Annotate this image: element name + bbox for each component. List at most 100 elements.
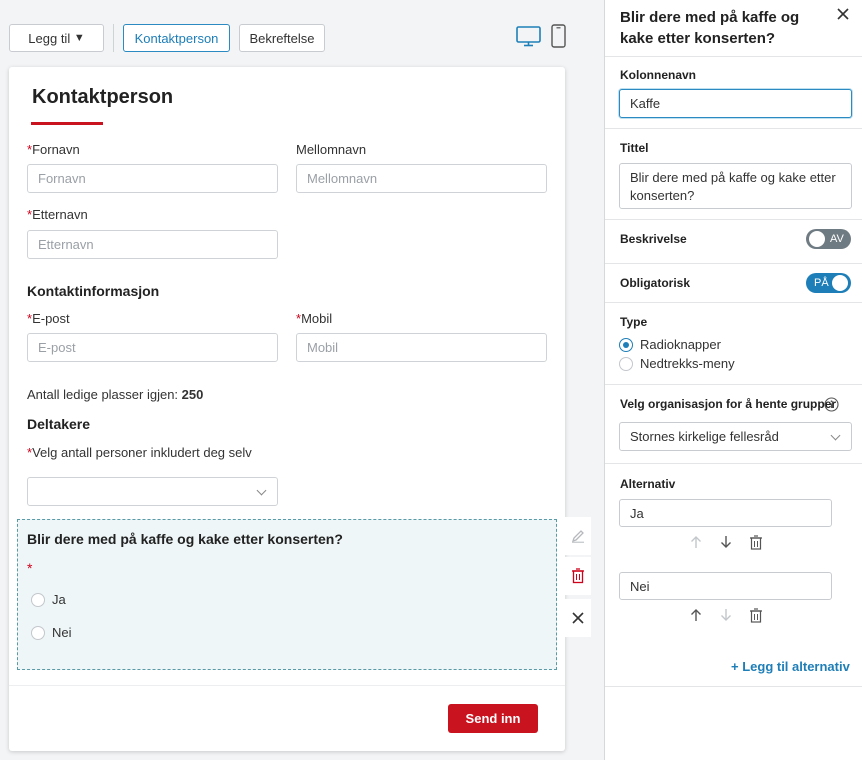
panel-divider: [605, 302, 862, 303]
delete-tool[interactable]: [565, 557, 591, 595]
tab-contactperson-label: Kontaktperson: [134, 30, 219, 46]
seats-label: Antall ledige plasser igjen:: [27, 387, 179, 402]
move-down-icon[interactable]: [718, 607, 734, 623]
firstname-placeholder: Fornavn: [38, 171, 86, 186]
close-icon: [572, 612, 584, 624]
required-toggle-text: PÅ: [814, 277, 829, 289]
description-label: Beskrivelse: [620, 232, 687, 246]
trash-icon[interactable]: [748, 534, 764, 550]
caret-down-icon: ▼: [73, 32, 85, 44]
email-placeholder: E-post: [38, 340, 76, 355]
mobile-label: *Mobil: [296, 311, 332, 326]
question-text: Blir dere med på kaffe og kake etter kon…: [27, 531, 343, 547]
firstname-input[interactable]: Fornavn: [27, 164, 278, 193]
trash-icon[interactable]: [748, 607, 764, 623]
panel-divider: [605, 219, 862, 220]
option-radio-ja[interactable]: [31, 593, 45, 607]
panel-divider: [605, 56, 862, 57]
participants-label-text: Velg antall personer inkludert deg selv: [32, 445, 252, 460]
description-toggle-text: AV: [830, 233, 844, 245]
alternative-value-2: Nei: [630, 578, 650, 594]
question-block-selected[interactable]: Blir dere med på kaffe og kake etter kon…: [17, 519, 557, 670]
add-alternative-link[interactable]: + Legg til alternativ: [731, 659, 850, 674]
column-name-value: Kaffe: [630, 96, 661, 111]
form-title: Kontaktperson: [32, 86, 174, 108]
mobile-input[interactable]: Mobil: [296, 333, 547, 362]
seats-value: 250: [181, 387, 204, 402]
title-textarea[interactable]: Blir dere med på kaffe og kake etter kon…: [619, 163, 852, 209]
mobile-placeholder: Mobil: [307, 340, 339, 355]
close-icon: [837, 8, 849, 20]
description-toggle[interactable]: AV: [806, 229, 851, 249]
chevron-down-icon: [256, 485, 267, 496]
add-button[interactable]: Legg til ▼: [9, 24, 104, 52]
required-toggle[interactable]: PÅ: [806, 273, 851, 293]
email-label: *E-post: [27, 311, 70, 326]
firstname-label: *Fornavn: [27, 142, 80, 157]
contact-section-heading: Kontaktinformasjon: [27, 283, 160, 299]
pencil-icon: [571, 530, 584, 543]
seats-remaining: Antall ledige plasser igjen: 250: [27, 387, 203, 402]
panel-divider: [605, 686, 862, 687]
panel-divider: [605, 463, 862, 464]
alternatives-label: Alternativ: [620, 477, 676, 491]
lastname-input[interactable]: Etternavn: [27, 230, 278, 259]
lastname-label-text: Etternavn: [32, 207, 88, 222]
toggle-knob: [809, 231, 825, 247]
panel-divider: [605, 128, 862, 129]
participants-label: *Velg antall personer inkludert deg selv: [27, 445, 252, 460]
type-option-dropdown: Nedtrekks-meny: [640, 356, 735, 371]
footer-divider: [9, 685, 565, 686]
tab-confirmation-label: Bekreftelse: [249, 30, 315, 46]
close-tool[interactable]: [565, 599, 591, 637]
email-label-text: E-post: [32, 311, 70, 326]
toggle-knob: [832, 275, 848, 291]
properties-panel: Blir dere med på kaffe og kake etter kon…: [604, 0, 862, 760]
lastname-placeholder: Etternavn: [38, 237, 94, 252]
type-radio-radiobuttons[interactable]: [619, 338, 633, 352]
middlename-label: Mellomnavn: [296, 142, 367, 157]
add-button-label: Legg til: [28, 30, 71, 46]
desktop-icon[interactable]: [516, 25, 541, 50]
type-radio-dropdown[interactable]: [619, 357, 633, 371]
trash-icon: [572, 568, 584, 584]
organisation-value: Stornes kirkelige fellesråd: [630, 429, 779, 444]
mobile-icon[interactable]: [551, 24, 566, 51]
organisation-label: Velg organisasjon for å hente grupper: [620, 397, 836, 411]
panel-close-button[interactable]: [835, 6, 851, 25]
organisation-label-text: Velg organisasjon for å hente grupper: [620, 397, 837, 411]
info-icon[interactable]: [824, 397, 839, 415]
move-down-icon[interactable]: [718, 534, 734, 550]
alternative-input-1[interactable]: Ja: [619, 499, 832, 527]
option-label-ja: Ja: [52, 592, 66, 607]
edit-tool[interactable]: [565, 517, 591, 555]
participants-select[interactable]: [27, 477, 278, 506]
organisation-select[interactable]: Stornes kirkelige fellesråd: [619, 422, 852, 451]
participants-heading: Deltakere: [27, 416, 91, 432]
form-card: Kontaktperson *Fornavn Fornavn Mellomnav…: [9, 67, 565, 751]
email-input[interactable]: E-post: [27, 333, 278, 362]
toolbar-divider: [113, 24, 114, 52]
move-up-icon[interactable]: [688, 534, 704, 550]
middlename-placeholder: Mellomnavn: [307, 171, 378, 186]
panel-divider: [605, 384, 862, 385]
column-name-input[interactable]: Kaffe: [619, 89, 852, 118]
title-underline: [31, 122, 103, 125]
option-label-nei: Nei: [52, 625, 72, 640]
required-label: Obligatorisk: [620, 276, 691, 290]
lastname-label: *Etternavn: [27, 207, 88, 222]
type-label: Type: [620, 315, 648, 329]
firstname-label-text: Fornavn: [32, 142, 80, 157]
middlename-input[interactable]: Mellomnavn: [296, 164, 547, 193]
submit-button[interactable]: Send inn: [448, 704, 538, 733]
chevron-down-icon: [830, 430, 841, 441]
column-name-label: Kolonnenavn: [620, 68, 697, 82]
title-value: Blir dere med på kaffe og kake etter kon…: [630, 170, 836, 203]
title-label: Tittel: [620, 141, 649, 155]
tab-confirmation[interactable]: Bekreftelse: [239, 24, 325, 52]
tab-contactperson[interactable]: Kontaktperson: [123, 24, 230, 52]
alternative-input-2[interactable]: Nei: [619, 572, 832, 600]
panel-divider: [605, 263, 862, 264]
move-up-icon[interactable]: [688, 607, 704, 623]
option-radio-nei[interactable]: [31, 626, 45, 640]
